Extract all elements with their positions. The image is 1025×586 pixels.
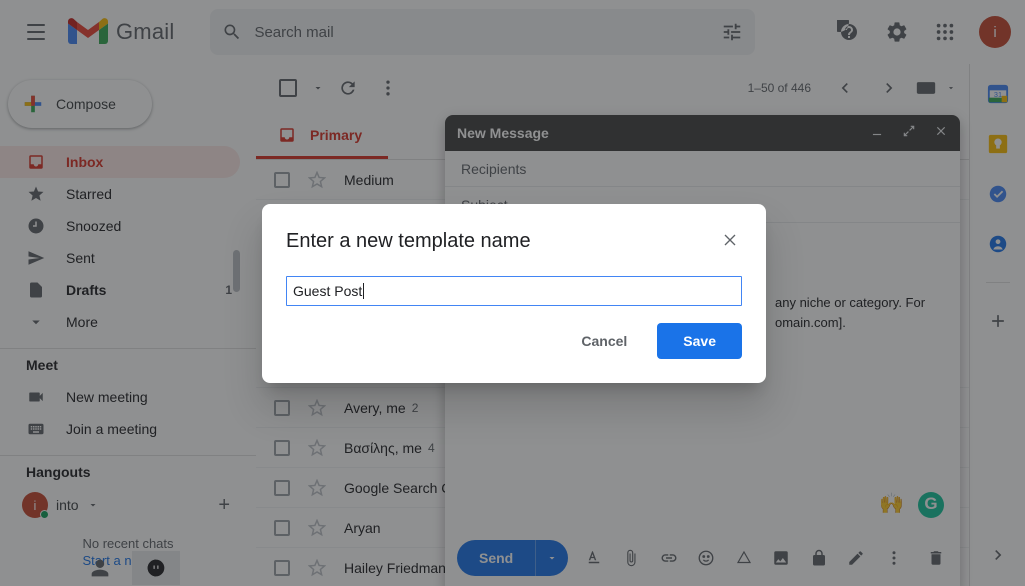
gmail-app: Gmail	[0, 0, 1025, 586]
template-name-dialog: Enter a new template name Guest Post Can…	[262, 204, 766, 383]
template-name-value: Guest Post	[293, 283, 363, 299]
cancel-button[interactable]: Cancel	[565, 325, 643, 357]
dialog-title: Enter a new template name	[286, 230, 531, 252]
dialog-actions: Cancel Save	[286, 323, 742, 359]
close-icon[interactable]	[718, 228, 742, 252]
dialog-header: Enter a new template name	[286, 228, 742, 254]
save-button[interactable]: Save	[657, 323, 742, 359]
template-name-input[interactable]: Guest Post	[286, 276, 742, 306]
text-cursor	[363, 283, 365, 299]
